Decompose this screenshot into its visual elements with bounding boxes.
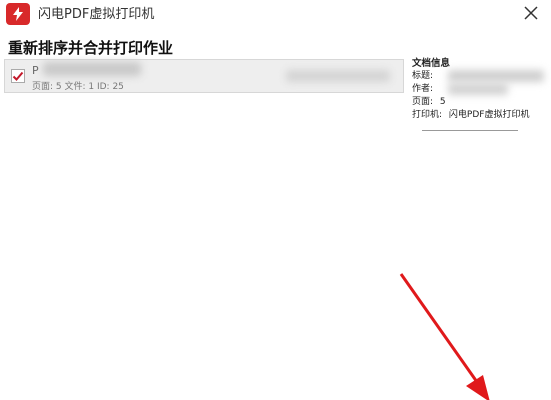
- redacted-job-name: [43, 62, 141, 76]
- doc-info-printer-row: 打印机: 闪电PDF虚拟打印机: [412, 109, 548, 122]
- checkmark-icon: [12, 71, 24, 81]
- printer-value: 闪电PDF虚拟打印机: [448, 110, 530, 120]
- print-job-list: P 页面: 5 文件: 1 ID: 25: [4, 59, 404, 93]
- job-name: P: [32, 64, 39, 77]
- document-info-panel: 文档信息 标题: 作者: 页面: 5 打印机: 闪电PDF虚拟打印机: [412, 57, 548, 131]
- close-icon: [524, 6, 538, 20]
- redacted-job-path: [286, 70, 390, 82]
- redacted-title: [448, 70, 544, 82]
- doc-info-header: 文档信息: [412, 58, 451, 69]
- page-title: 重新排序并合并打印作业: [8, 39, 174, 57]
- pages-label: 页面:: [412, 97, 434, 107]
- close-button[interactable]: [521, 3, 541, 23]
- author-label: 作者:: [412, 84, 434, 94]
- title-label: 标题:: [412, 71, 434, 81]
- redacted-author: [448, 83, 508, 95]
- printer-label: 打印机:: [412, 110, 443, 120]
- doc-info-title-row: 标题:: [412, 70, 548, 83]
- window-title: 闪电PDF虚拟打印机: [38, 7, 155, 22]
- doc-info-author-row: 作者:: [412, 83, 548, 96]
- app-logo-icon: [6, 3, 30, 25]
- job-checkbox[interactable]: [11, 69, 25, 83]
- job-meta: 页面: 5 文件: 1 ID: 25: [32, 82, 124, 92]
- doc-info-pages-row: 页面: 5: [412, 96, 548, 109]
- title-bar: 闪电PDF虚拟打印机: [0, 0, 551, 26]
- doc-info-divider: [422, 130, 518, 131]
- pages-value: 5: [439, 97, 446, 107]
